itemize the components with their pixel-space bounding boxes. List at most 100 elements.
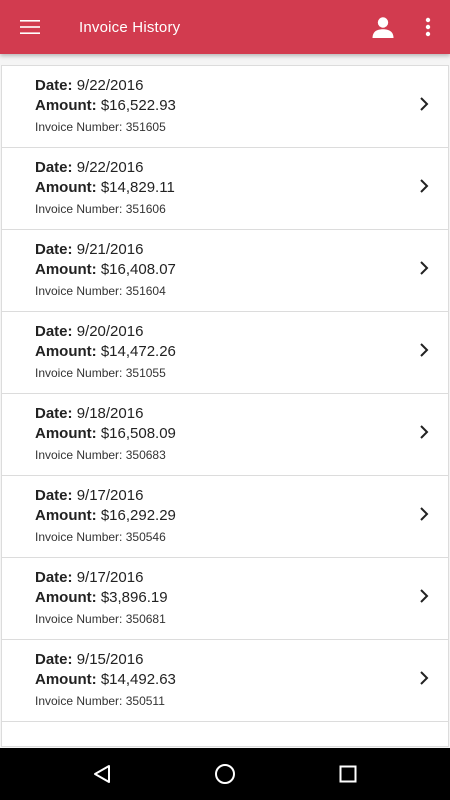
- amount-label: Amount:: [35, 671, 97, 688]
- amount-value: $16,508.09: [100, 425, 176, 442]
- invoice-number-value: 351605: [125, 120, 166, 134]
- amount-label: Amount:: [35, 97, 97, 114]
- invoice-row[interactable]: Date: 9/17/2016 Amount: $16,292.29 Invoice…: [2, 476, 448, 558]
- date-value: 9/17/2016: [76, 569, 144, 586]
- page-title: Invoice History: [79, 18, 181, 36]
- invoice-row[interactable]: Date: 9/21/2016 Amount: $16,408.07 Invoice…: [2, 230, 448, 312]
- invoice-number: Invoice Number: 350683: [35, 448, 166, 462]
- amount-value: $16,408.07: [100, 261, 176, 278]
- invoice-number-label: Invoice Number:: [35, 448, 123, 462]
- invoice-amount: Amount: $16,292.29: [35, 507, 176, 524]
- invoice-row[interactable]: Date: 9/18/2016 Amount: $16,508.09 Invoice…: [2, 394, 448, 476]
- chevron-right-icon: [420, 507, 429, 521]
- invoice-date: Date: 9/22/2016: [35, 77, 143, 94]
- invoice-amount: Amount: $16,522.93: [35, 97, 176, 114]
- invoice-number-label: Invoice Number:: [35, 530, 123, 544]
- menu-button[interactable]: [0, 0, 60, 54]
- date-label: Date:: [35, 651, 73, 668]
- more-options-button[interactable]: [406, 0, 450, 54]
- invoice-row[interactable]: Date: 9/22/2016 Amount: $16,522.93 Invoice…: [2, 66, 448, 148]
- date-label: Date:: [35, 405, 73, 422]
- date-label: Date:: [35, 77, 73, 94]
- invoice-date: Date: 9/18/2016: [35, 405, 143, 422]
- invoice-number-label: Invoice Number:: [35, 202, 123, 216]
- amount-label: Amount:: [35, 261, 97, 278]
- invoice-number-label: Invoice Number:: [35, 694, 123, 708]
- recents-square-icon: [339, 765, 357, 783]
- invoice-number: Invoice Number: 351606: [35, 202, 166, 216]
- invoice-number-value: 350681: [125, 612, 166, 626]
- invoice-row[interactable]: Date: 9/20/2016 Amount: $14,472.26 Invoice…: [2, 312, 448, 394]
- hamburger-menu-icon: [20, 20, 40, 34]
- chevron-right-icon: [420, 97, 429, 111]
- date-value: 9/21/2016: [76, 241, 144, 258]
- amount-value: $14,829.11: [100, 179, 175, 196]
- invoice-date: Date: 9/17/2016: [35, 487, 143, 504]
- invoice-number-value: 350683: [125, 448, 166, 462]
- date-label: Date:: [35, 487, 73, 504]
- account-icon: [372, 17, 394, 38]
- date-label: Date:: [35, 159, 73, 176]
- date-value: 9/20/2016: [76, 323, 144, 340]
- date-value: 9/18/2016: [76, 405, 144, 422]
- invoice-amount: Amount: $16,508.09: [35, 425, 176, 442]
- more-vert-icon: [425, 17, 431, 37]
- invoice-number-label: Invoice Number:: [35, 120, 123, 134]
- amount-value: $14,492.63: [100, 671, 176, 688]
- invoice-amount: Amount: $14,829.11: [35, 179, 175, 196]
- amount-label: Amount:: [35, 425, 97, 442]
- chevron-right-icon: [420, 261, 429, 275]
- invoice-date: Date: 9/17/2016: [35, 569, 143, 586]
- invoice-number: Invoice Number: 351604: [35, 284, 166, 298]
- date-value: 9/17/2016: [76, 487, 144, 504]
- invoice-row[interactable]: Date: 9/17/2016 Amount: $3,896.19 Invoice …: [2, 558, 448, 640]
- amount-value: $16,292.29: [100, 507, 176, 524]
- chevron-right-icon: [420, 425, 429, 439]
- amount-value: $16,522.93: [100, 97, 176, 114]
- date-label: Date:: [35, 241, 73, 258]
- chevron-right-icon: [420, 589, 429, 603]
- amount-value: $3,896.19: [100, 589, 168, 606]
- invoice-number-value: 351604: [125, 284, 166, 298]
- date-label: Date:: [35, 569, 73, 586]
- invoice-date: Date: 9/22/2016: [35, 159, 143, 176]
- invoice-number: Invoice Number: 350546: [35, 530, 166, 544]
- invoice-number: Invoice Number: 351605: [35, 120, 166, 134]
- invoice-amount: Amount: $14,472.26: [35, 343, 176, 360]
- chevron-right-icon: [420, 671, 429, 685]
- account-button[interactable]: [360, 0, 406, 54]
- system-navigation-bar: [0, 748, 450, 800]
- amount-value: $14,472.26: [100, 343, 176, 360]
- invoice-number-value: 351055: [125, 366, 166, 380]
- chevron-right-icon: [420, 179, 429, 193]
- invoice-amount: Amount: $3,896.19: [35, 589, 168, 606]
- invoice-row[interactable]: Date: 9/15/2016 Amount: $14,492.63 Invoice…: [2, 640, 448, 722]
- home-circle-icon: [214, 764, 235, 784]
- invoice-list: Date: 9/22/2016 Amount: $16,522.93 Invoice…: [1, 65, 449, 747]
- back-button[interactable]: [72, 748, 132, 800]
- invoice-amount: Amount: $16,408.07: [35, 261, 176, 278]
- invoice-row[interactable]: Date: 9/22/2016 Amount: $14,829.11 Invoice…: [2, 148, 448, 230]
- invoice-date: Date: 9/15/2016: [35, 651, 143, 668]
- invoice-date: Date: 9/20/2016: [35, 323, 143, 340]
- home-button[interactable]: [195, 748, 255, 800]
- invoice-number-label: Invoice Number:: [35, 366, 123, 380]
- invoice-number: Invoice Number: 350681: [35, 612, 166, 626]
- date-label: Date:: [35, 323, 73, 340]
- amount-label: Amount:: [35, 589, 97, 606]
- invoice-amount: Amount: $14,492.63: [35, 671, 176, 688]
- date-value: 9/22/2016: [76, 159, 144, 176]
- invoice-number-value: 351606: [125, 202, 166, 216]
- date-value: 9/22/2016: [76, 77, 144, 94]
- invoice-number-label: Invoice Number:: [35, 284, 123, 298]
- recents-button[interactable]: [318, 748, 378, 800]
- amount-label: Amount:: [35, 179, 97, 196]
- amount-label: Amount:: [35, 343, 97, 360]
- date-value: 9/15/2016: [76, 651, 144, 668]
- chevron-right-icon: [420, 343, 429, 357]
- app-bar: Invoice History: [0, 0, 450, 54]
- amount-label: Amount:: [35, 507, 97, 524]
- invoice-number-value: 350511: [125, 694, 165, 708]
- invoice-number-value: 350546: [125, 530, 166, 544]
- invoice-number-label: Invoice Number:: [35, 612, 123, 626]
